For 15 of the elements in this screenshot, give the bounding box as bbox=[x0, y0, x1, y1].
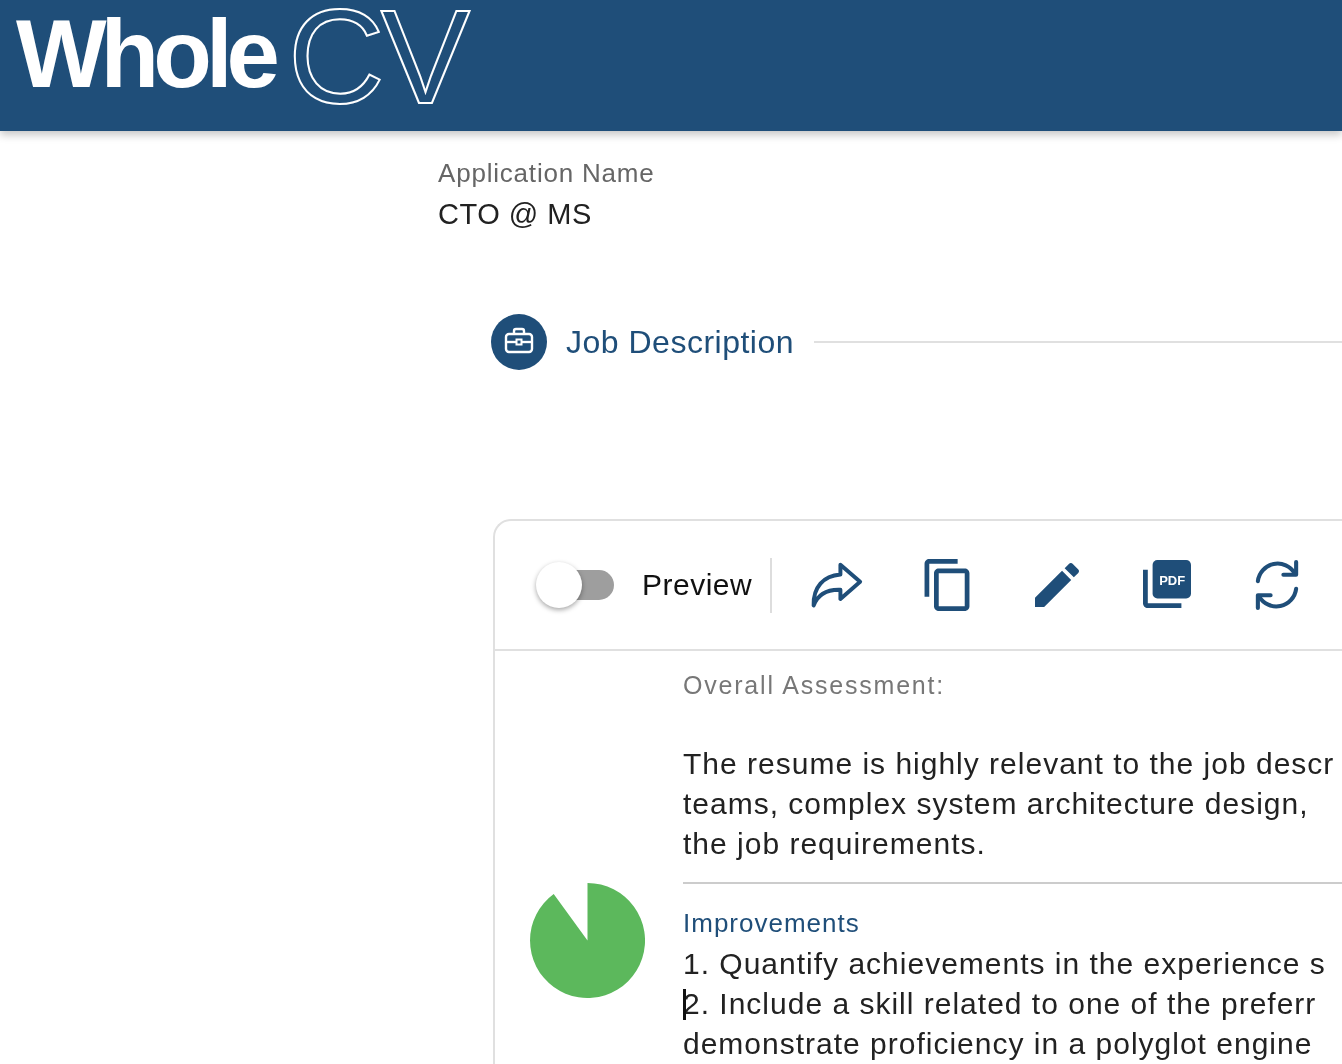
preview-label: Preview bbox=[642, 568, 753, 602]
section-heading: Overall Assessment: bbox=[683, 671, 946, 699]
improvements-heading: Improvements bbox=[683, 909, 860, 937]
preview-toggle[interactable] bbox=[536, 562, 614, 608]
document-stack-icon bbox=[1143, 560, 1192, 610]
pdf-button[interactable]: PDF bbox=[1135, 553, 1200, 617]
briefcase-icon bbox=[491, 314, 547, 370]
improvement-text: demonstrate proficiency in a polyglot engine bbox=[683, 1026, 1313, 1062]
assessment-text: The resume is highly relevant to the job descr teams, complex system architecture design, the job requirements. bbox=[683, 746, 1335, 862]
field-label: Application Name bbox=[438, 158, 655, 188]
improvement-text: 1. Quantify achievements in the experience s bbox=[683, 946, 1326, 982]
copy-icon bbox=[924, 559, 971, 611]
pencil-icon bbox=[1035, 563, 1080, 607]
application-name: CTO @ MS bbox=[438, 197, 592, 232]
step-header[interactable]: Job Description bbox=[491, 314, 795, 370]
